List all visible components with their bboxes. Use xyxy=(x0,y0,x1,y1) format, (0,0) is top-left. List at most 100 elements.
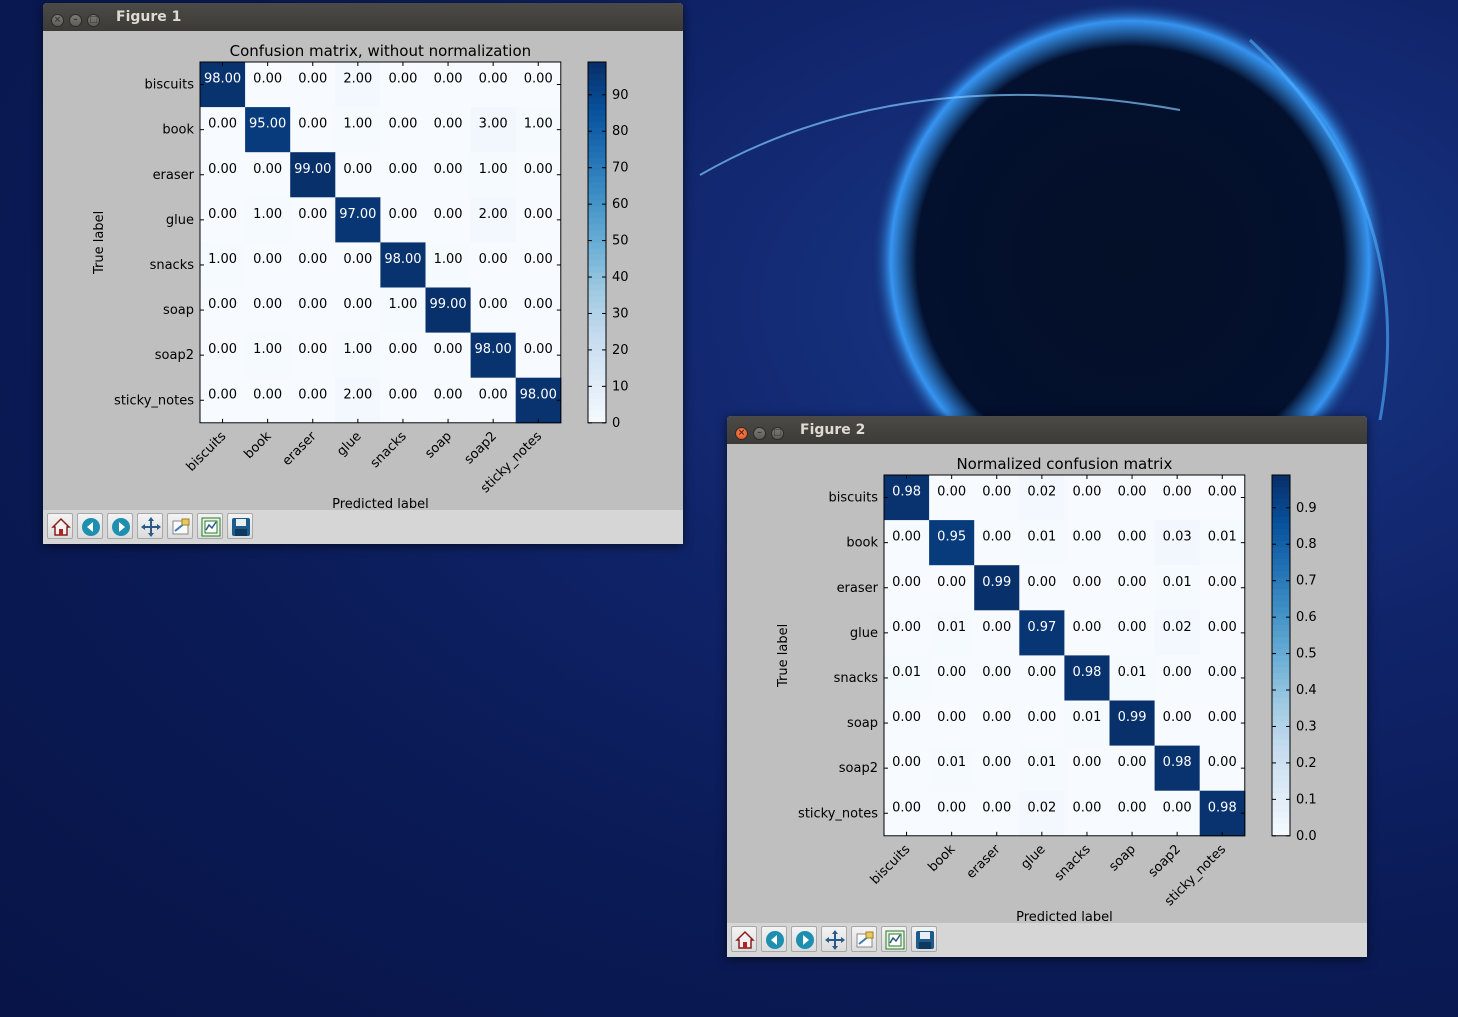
cell-value-label: 0.00 xyxy=(253,162,282,177)
colorbar-segment xyxy=(588,398,606,406)
colorbar-segment xyxy=(1272,529,1290,536)
close-icon[interactable]: × xyxy=(51,14,64,27)
colorbar-segment xyxy=(1272,787,1290,795)
cell-value-label: 0.01 xyxy=(1027,755,1056,770)
figure1-confusion-matrix-chart: Confusion matrix, without normalization 9… xyxy=(92,42,629,512)
cell-value-label: 0.00 xyxy=(208,342,237,357)
forward-button[interactable] xyxy=(791,926,817,952)
back-button[interactable] xyxy=(761,926,787,952)
cell-value-label: 99.00 xyxy=(294,162,331,177)
home-button[interactable] xyxy=(731,926,757,952)
colorbar-segment xyxy=(588,284,606,292)
cell-value-label: 1.00 xyxy=(479,162,508,177)
colorbar-segment xyxy=(1272,817,1290,825)
colorbar-segment xyxy=(1272,733,1290,741)
colorbar-segment xyxy=(1272,523,1290,530)
colorbar-segment xyxy=(588,272,606,280)
colorbar-segment xyxy=(1272,481,1290,488)
back-button[interactable] xyxy=(77,513,103,539)
cell-value-label: 0.00 xyxy=(479,252,508,267)
colorbar-segment xyxy=(1272,775,1290,783)
colorbar-segment xyxy=(588,206,606,213)
cell-value-label: 0.00 xyxy=(208,297,237,312)
cell-value-label: 0.01 xyxy=(1118,665,1147,680)
zoom-button[interactable] xyxy=(167,513,193,539)
colorbar-segment xyxy=(1272,517,1290,524)
figure2-window[interactable]: × – □ Figure 2 Normalized confusion matrix… xyxy=(727,416,1367,957)
cell-value-label: 0.02 xyxy=(1163,620,1192,635)
cell-value-label: 0.00 xyxy=(253,387,282,402)
colorbar-segment xyxy=(1272,613,1290,620)
cell-value-label: 0.00 xyxy=(208,162,237,177)
cell-value-label: 1.00 xyxy=(388,297,417,312)
figure1-titlebar[interactable]: × – □ Figure 1 xyxy=(43,3,683,31)
figure1-canvas[interactable]: Confusion matrix, without normalization 9… xyxy=(43,31,683,512)
cell-value-label: 3.00 xyxy=(479,117,508,132)
figure2-canvas[interactable]: Normalized confusion matrix 0.98 0.00 0.00 0… xyxy=(727,444,1367,925)
colorbar-segment xyxy=(1272,487,1290,494)
maximize-icon[interactable]: □ xyxy=(771,427,784,440)
colorbar-segment xyxy=(588,62,606,69)
subplots-button[interactable] xyxy=(881,926,907,952)
colorbar-segment xyxy=(588,302,606,310)
colorbar-segment xyxy=(1272,559,1290,566)
home-button[interactable] xyxy=(47,513,73,539)
cell-value-label: 1.00 xyxy=(208,252,237,267)
colorbar-segment xyxy=(588,200,606,207)
colorbar-segment xyxy=(588,176,606,183)
pan-button[interactable] xyxy=(137,513,163,539)
colorbar-tick-label: 50 xyxy=(612,234,629,249)
x-tick-label: book xyxy=(241,429,274,462)
colorbar-segment xyxy=(1272,823,1290,831)
figure1-toolbar xyxy=(43,510,683,544)
colorbar-segment xyxy=(1272,499,1290,506)
colorbar-segment xyxy=(1272,583,1290,590)
cell-value-label: 0.00 xyxy=(1072,485,1101,500)
colorbar-segment xyxy=(1272,769,1290,777)
save-button[interactable] xyxy=(911,926,937,952)
cell-value-label: 0.00 xyxy=(1118,575,1147,590)
colorbar-segment xyxy=(1272,661,1290,669)
close-icon[interactable]: × xyxy=(735,427,748,440)
minimize-icon[interactable]: – xyxy=(753,427,766,440)
colorbar-segment xyxy=(1272,805,1290,813)
cell-value-label: 0.00 xyxy=(208,117,237,132)
cell-value-label: 0.00 xyxy=(1118,755,1147,770)
cell-value-label: 1.00 xyxy=(343,117,372,132)
cell-value-label: 0.00 xyxy=(253,252,282,267)
cell-value-label: 0.00 xyxy=(892,710,921,725)
colorbar-segment xyxy=(1272,643,1290,650)
forward-button[interactable] xyxy=(107,513,133,539)
cell-value-label: 0.02 xyxy=(1027,485,1056,500)
colorbar-segment xyxy=(588,368,606,376)
colorbar-segment xyxy=(588,116,606,123)
colorbar-segment xyxy=(1272,715,1290,723)
zoom-button[interactable] xyxy=(851,926,877,952)
cell-value-label: 0.00 xyxy=(1163,800,1192,815)
save-button[interactable] xyxy=(227,513,253,539)
figure1-window[interactable]: × – □ Figure 1 Confusion matrix, without n… xyxy=(43,3,683,544)
colorbar-tick-label: 10 xyxy=(612,379,629,394)
colorbar-segment xyxy=(588,236,606,243)
cell-value-label: 0.99 xyxy=(982,575,1011,590)
cell-value-label: 1.00 xyxy=(343,342,372,357)
pan-button[interactable] xyxy=(821,926,847,952)
minimize-icon[interactable]: – xyxy=(69,14,82,27)
figure2-titlebar[interactable]: × – □ Figure 2 xyxy=(727,416,1367,444)
y-tick-label: soap2 xyxy=(155,348,194,363)
cell-value-label: 0.00 xyxy=(524,162,553,177)
cell-value-label: 1.00 xyxy=(253,207,282,222)
colorbar-segment xyxy=(588,332,606,340)
cell-value-label: 0.00 xyxy=(937,485,966,500)
cell-value-label: 0.00 xyxy=(892,800,921,815)
cell-value-label: 0.00 xyxy=(253,72,282,87)
y-tick-label: snacks xyxy=(150,258,195,273)
cell-value-label: 0.00 xyxy=(388,162,417,177)
colorbar-segment xyxy=(588,308,606,316)
maximize-icon[interactable]: □ xyxy=(87,14,100,27)
cell-value-label: 0.00 xyxy=(982,485,1011,500)
colorbar-segment xyxy=(1272,673,1290,681)
colorbar-segment xyxy=(1272,667,1290,675)
subplots-button[interactable] xyxy=(197,513,223,539)
cell-value-label: 0.00 xyxy=(298,252,327,267)
